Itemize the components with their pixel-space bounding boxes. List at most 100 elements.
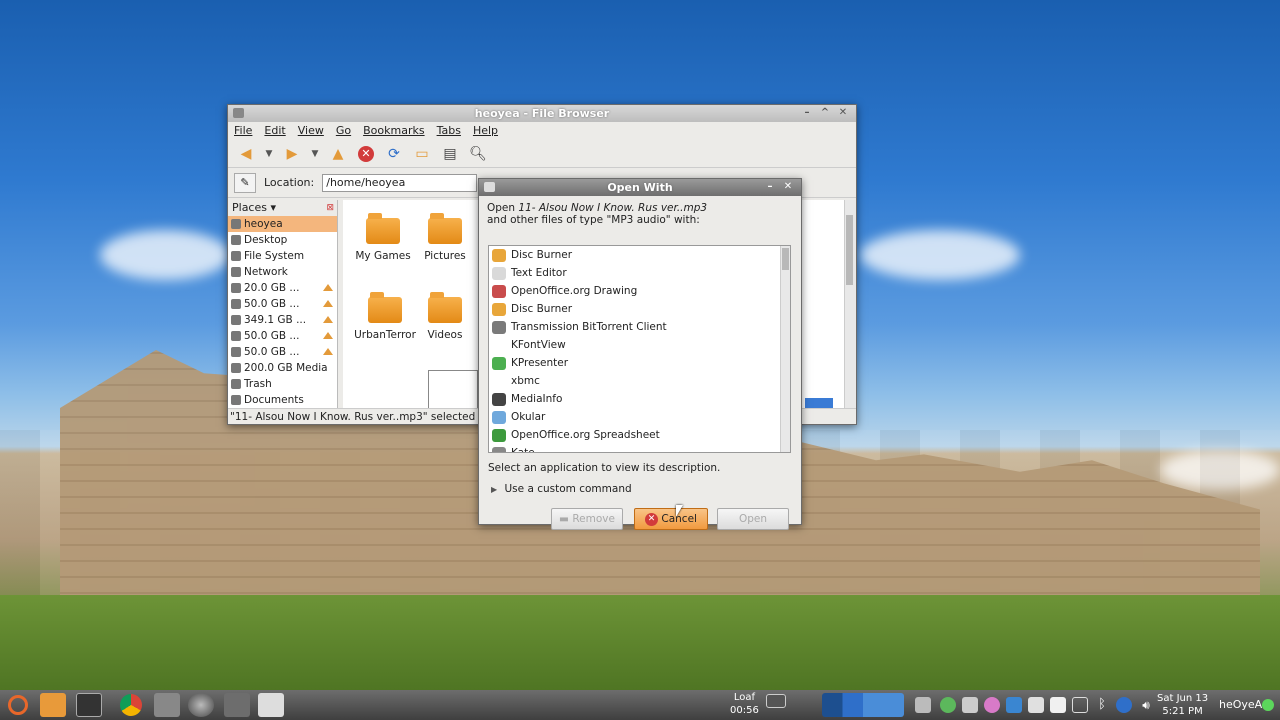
close-icon[interactable]: ✕ [781,180,795,193]
place-item[interactable]: Documents [228,392,337,408]
folder-launcher-icon[interactable] [40,693,66,717]
minimize-icon[interactable]: – [763,180,777,193]
place-item[interactable]: 200.0 GB Media [228,360,337,376]
document-thumbnail-icon[interactable] [428,370,478,410]
place-item[interactable]: Desktop [228,232,337,248]
window-list-icon[interactable] [915,697,931,713]
stop-icon[interactable]: ✕ [356,144,376,164]
search-icon[interactable]: 🔍︎ [468,144,488,164]
clock[interactable]: Sat Jun 13 5:21 PM [1157,692,1208,718]
chrome-launcher-icon[interactable] [118,693,144,717]
app-list-item[interactable]: xbmc [489,372,779,390]
expander-arrow-icon[interactable]: ▶ [491,485,497,494]
app-list-item[interactable]: KPresenter [489,354,779,372]
chat-icon[interactable] [940,697,956,713]
accessibility-icon[interactable] [1116,697,1132,713]
media-launcher-icon[interactable] [188,693,214,717]
app-launcher-icon[interactable] [154,693,180,717]
menu-help[interactable]: Help [473,122,498,140]
place-item[interactable]: File System [228,248,337,264]
app-list-item[interactable]: Transmission BitTorrent Client [489,318,779,336]
open-button[interactable]: Open [717,508,789,530]
workspace-switcher[interactable] [822,693,904,717]
window-restore-icon[interactable] [1072,697,1088,713]
open-with-titlebar[interactable]: Open With – ✕ [479,179,801,196]
app-list-item[interactable]: Okular [489,408,779,426]
volume-icon[interactable]: 🔊︎ [1138,697,1154,713]
eject-icon[interactable] [323,284,333,291]
terminal-launcher-icon[interactable] [76,693,102,717]
place-item[interactable]: heoyea [228,216,337,232]
app-list-item[interactable]: KFontView [489,336,779,354]
place-item[interactable]: 349.1 GB ... [228,312,337,328]
close-icon[interactable]: ✕ [836,106,850,119]
minimize-icon[interactable]: – [800,106,814,119]
app-list-item[interactable]: MediaInfo [489,390,779,408]
remove-label: Remove [572,513,615,525]
back-arrow-icon[interactable]: ◀ [236,144,256,164]
app-list-item[interactable]: Disc Burner [489,246,779,264]
forward-dropdown-icon[interactable]: ▼ [310,144,320,164]
eject-icon[interactable] [323,348,333,355]
eject-icon[interactable] [323,300,333,307]
notes-icon[interactable] [1028,697,1044,713]
mail-icon[interactable] [1050,697,1066,713]
game-launcher-icon[interactable] [224,693,250,717]
file-manager-launcher-icon[interactable] [258,693,284,717]
back-dropdown-icon[interactable]: ▼ [264,144,274,164]
icon-view-scrollbar[interactable] [844,200,856,408]
network-icon[interactable] [1006,697,1022,713]
user-menu[interactable]: heOyeA [1219,698,1262,711]
application-list[interactable]: Disc Burner Text Editor OpenOffice.org Dra… [488,245,791,453]
menu-view[interactable]: View [298,122,324,140]
cancel-button[interactable]: ✕ Cancel [634,508,708,530]
reload-icon[interactable]: ⟳ [384,144,404,164]
ubuntu-menu-icon[interactable] [5,693,31,717]
custom-command-label: Use a custom command [504,483,632,495]
maximize-icon[interactable]: ^ [818,106,832,119]
folder-label: UrbanTerror [354,329,416,341]
remove-button[interactable]: ▬ Remove [551,508,623,530]
app-list-item[interactable]: Kate [489,444,779,452]
app-list-scrollbar[interactable] [780,246,790,452]
app-label: Transmission BitTorrent Client [511,321,667,333]
screenshot-icon[interactable] [962,697,978,713]
place-item[interactable]: 50.0 GB ... [228,344,337,360]
bluetooth-icon[interactable]: ᛒ [1094,697,1110,713]
app-list-item[interactable]: Text Editor [489,264,779,282]
edit-location-icon[interactable]: ✎ [234,172,256,193]
place-label: 20.0 GB ... [244,282,300,294]
terminal-icon[interactable]: ▤ [440,144,460,164]
folder-item[interactable]: My Games [348,213,418,262]
menu-tabs[interactable]: Tabs [437,122,461,140]
app-list-item[interactable]: Disc Burner [489,300,779,318]
folder-item[interactable]: Videos [410,292,480,341]
eject-icon[interactable] [323,332,333,339]
place-item[interactable]: 20.0 GB ... [228,280,337,296]
menu-go[interactable]: Go [336,122,351,140]
window-switch-icon[interactable] [766,694,786,708]
new-folder-icon[interactable]: ▭ [412,144,432,164]
location-input[interactable]: /home/heoyea [322,173,478,192]
menu-file[interactable]: File [234,122,252,140]
file-browser-titlebar[interactable]: heoyea - File Browser – ^ ✕ [228,105,856,122]
eject-icon[interactable] [323,316,333,323]
forward-arrow-icon[interactable]: ▶ [282,144,302,164]
custom-command-expander[interactable]: ▶ Use a custom command [491,483,632,495]
menu-edit[interactable]: Edit [264,122,285,140]
place-icon [231,235,241,245]
flower-icon[interactable] [984,697,1000,713]
place-item[interactable]: 50.0 GB ... [228,296,337,312]
place-item[interactable]: 50.0 GB ... [228,328,337,344]
up-arrow-icon[interactable]: ▲ [328,144,348,164]
app-list-item[interactable]: OpenOffice.org Spreadsheet [489,426,779,444]
app-list-item[interactable]: OpenOffice.org Drawing [489,282,779,300]
menu-bookmarks[interactable]: Bookmarks [363,122,424,140]
location-label: Location: [264,176,315,189]
close-sidebar-icon[interactable]: ⊠ [326,200,334,216]
place-item[interactable]: Network [228,264,337,280]
folder-item[interactable]: Pictures [410,213,480,262]
weather-widget[interactable]: Loaf 00:56 [730,691,759,717]
places-header[interactable]: Places ▾ ⊠ [228,200,337,216]
place-item[interactable]: Trash [228,376,337,392]
